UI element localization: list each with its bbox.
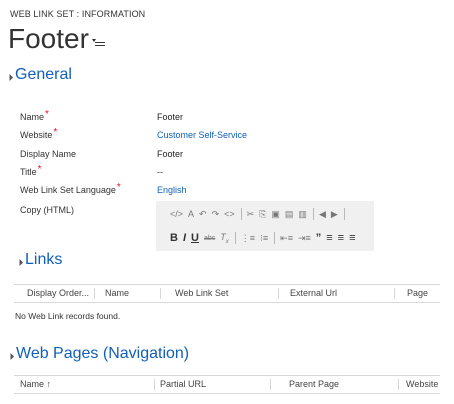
column-name[interactable]: Name	[105, 285, 129, 302]
column-parent-page[interactable]: Parent Page	[289, 376, 339, 393]
language-link[interactable]: English	[157, 185, 187, 195]
collapse-triangle-icon	[5, 73, 14, 82]
column-page[interactable]: Page	[407, 285, 428, 302]
section-web-pages-header[interactable]: Web Pages (Navigation)	[6, 345, 190, 363]
column-divider	[278, 288, 279, 299]
italic-icon[interactable]: I	[183, 232, 186, 244]
paste-icon[interactable]: ▣	[271, 209, 280, 220]
title-label-text: Title	[20, 167, 37, 177]
web-pages-grid-header: Name ↑ Partial URL Parent Page Website	[14, 375, 440, 394]
redo-icon[interactable]: ↷	[212, 209, 220, 220]
section-web-pages-title: Web Pages (Navigation)	[16, 345, 190, 362]
title-label: Title*	[20, 164, 42, 178]
required-marker: *	[116, 182, 121, 193]
required-marker: *	[53, 127, 58, 138]
language-label-text: Web Link Set Language	[20, 185, 116, 195]
outdent-icon[interactable]: ⇤≡	[280, 233, 293, 244]
forward-icon[interactable]: ▶	[331, 209, 338, 220]
section-links-header[interactable]: Links	[15, 251, 63, 269]
name-value[interactable]: Footer	[157, 112, 183, 122]
indent-icon[interactable]: ⇥≡	[298, 233, 311, 244]
column-divider	[94, 288, 95, 299]
column-partial-url[interactable]: Partial URL	[160, 376, 206, 393]
form-selector-menu-icon[interactable]	[91, 37, 107, 47]
editor-toolbar-row-1: </> A ↶ ↷ <> ✂ ⎘ ▣ ▤ ▥ ◀ ▶	[170, 203, 350, 225]
back-icon[interactable]: ◀	[319, 209, 326, 220]
code-icon[interactable]: <>	[224, 209, 235, 219]
section-links-title: Links	[25, 251, 63, 268]
required-marker: *	[37, 164, 42, 175]
links-grid-header: Display Order... Name Web Link Set Exter…	[14, 284, 440, 303]
cut-icon[interactable]: ✂	[247, 209, 255, 220]
font-color-icon[interactable]: A	[188, 209, 194, 219]
align-right-icon[interactable]: ≡	[349, 232, 355, 244]
copy-html-label: Copy (HTML)	[20, 205, 75, 215]
toolbar-divider	[274, 232, 276, 244]
language-label: Web Link Set Language*	[20, 182, 121, 196]
editor-toolbar-row-2: B I U abc Tx ⋮≡ ⁝≡ ⇤≡ ⇥≡ ” ≡ ≡ ≡	[170, 227, 361, 249]
record-title: Footer	[8, 23, 89, 54]
name-label: Name*	[20, 109, 49, 123]
bulleted-list-icon[interactable]: ⁝≡	[260, 233, 268, 244]
remove-format-icon[interactable]: Tx	[220, 232, 229, 245]
links-empty-message: No Web Link records found.	[15, 311, 121, 321]
undo-icon[interactable]: ↶	[199, 209, 207, 220]
column-external-url[interactable]: External Url	[290, 285, 337, 302]
column-divider	[398, 379, 399, 390]
paste-text-icon[interactable]: ▤	[285, 209, 294, 220]
column-divider	[160, 288, 161, 299]
column-display-order[interactable]: Display Order...	[27, 285, 89, 302]
strikethrough-icon[interactable]: abc	[204, 235, 215, 242]
align-left-icon[interactable]: ≡	[326, 232, 332, 244]
section-general-header[interactable]: General	[5, 66, 72, 84]
toolbar-divider	[240, 208, 242, 220]
copy-icon[interactable]: ⎘	[259, 209, 266, 220]
source-icon[interactable]: </>	[170, 209, 183, 219]
column-divider	[394, 288, 395, 299]
toolbar-divider	[343, 208, 345, 220]
required-marker: *	[45, 109, 49, 120]
column-web-link-set[interactable]: Web Link Set	[175, 285, 228, 302]
toolbar-divider	[312, 208, 314, 220]
html-editor-toolbar: </> A ↶ ↷ <> ✂ ⎘ ▣ ▤ ▥ ◀ ▶ B I U abc Tx …	[156, 201, 374, 251]
toolbar-divider	[234, 232, 236, 244]
collapse-triangle-icon	[15, 258, 24, 267]
website-label-text: Website	[20, 130, 53, 140]
underline-icon[interactable]: U	[191, 232, 199, 244]
bold-icon[interactable]: B	[170, 232, 178, 244]
column-divider	[270, 379, 271, 390]
website-label: Website*	[20, 127, 58, 141]
column-name-sorted[interactable]: Name ↑	[20, 376, 51, 393]
display-name-label: Display Name	[20, 149, 77, 159]
collapse-triangle-icon	[6, 352, 15, 361]
align-center-icon[interactable]: ≡	[338, 232, 344, 244]
numbered-list-icon[interactable]: ⋮≡	[241, 233, 255, 244]
display-name-value[interactable]: Footer	[157, 149, 183, 159]
website-link[interactable]: Customer Self-Service	[157, 130, 247, 140]
record-title-row: Footer	[8, 22, 107, 56]
blockquote-icon[interactable]: ”	[316, 232, 322, 244]
title-value[interactable]: --	[157, 167, 163, 177]
entity-type-label: WEB LINK SET : INFORMATION	[10, 9, 146, 19]
column-divider	[154, 379, 155, 390]
paste-word-icon[interactable]: ▥	[298, 209, 307, 220]
column-website[interactable]: Website	[406, 376, 438, 393]
section-general-title: General	[15, 66, 72, 83]
name-label-text: Name	[20, 112, 45, 122]
